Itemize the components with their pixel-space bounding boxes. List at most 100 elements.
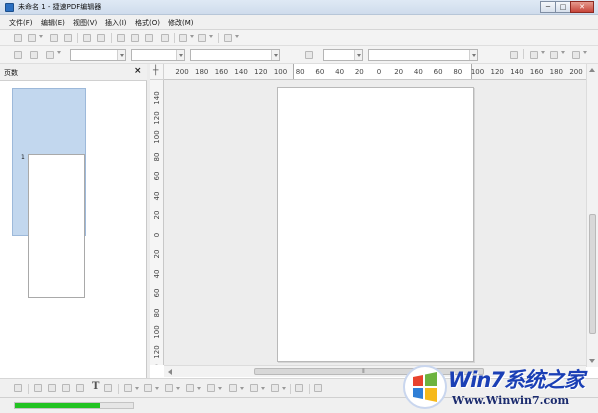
paste-icon[interactable] (145, 34, 153, 42)
document-canvas[interactable] (164, 80, 586, 365)
menu-edit[interactable]: 编辑(E) (41, 18, 65, 28)
menu-file[interactable]: 文件(F) (9, 18, 33, 28)
undo-dropdown-icon[interactable] (190, 35, 194, 38)
copy-icon[interactable] (131, 34, 139, 42)
horizontal-ruler-tick-label: 80 (453, 68, 463, 76)
flowchart-icon[interactable] (229, 384, 237, 392)
horizontal-ruler-tick-label: 40 (413, 68, 423, 76)
formatting-toolbar (0, 46, 598, 64)
chevron-down-icon[interactable] (271, 50, 279, 60)
border-icon[interactable] (510, 51, 518, 59)
arrow-line-icon[interactable] (48, 384, 56, 392)
symbol-shapes-dropdown-icon[interactable] (197, 387, 201, 390)
open-folder-icon[interactable] (28, 34, 36, 42)
scroll-left-icon[interactable] (168, 369, 172, 375)
arrange-dropdown-icon[interactable] (583, 51, 587, 54)
maximize-button[interactable]: □ (555, 1, 571, 13)
watermark-brand: Win7系统之家 (448, 368, 585, 392)
redo-icon[interactable] (198, 34, 206, 42)
curve-dropdown-icon[interactable] (135, 387, 139, 390)
stars-icon[interactable] (271, 384, 279, 392)
paragraph-style-combo[interactable] (190, 49, 280, 61)
pages-panel-close-button[interactable]: × (134, 66, 142, 76)
minimize-button[interactable]: ─ (540, 1, 556, 13)
arrange-icon[interactable] (572, 51, 580, 59)
open-dropdown-icon[interactable] (39, 35, 43, 38)
title-bar: 未命名 1 - 捷速PDF编辑器 ─ □ ✕ (0, 0, 598, 15)
new-document-icon[interactable] (14, 34, 22, 42)
menu-insert[interactable]: 插入(I) (105, 18, 127, 28)
vertical-ruler-tick-label: 100 (153, 130, 161, 144)
ruler-corner: ┼ (150, 64, 164, 80)
chevron-down-icon[interactable] (117, 50, 125, 60)
indent-icon[interactable] (305, 51, 313, 59)
chevron-down-icon[interactable] (469, 50, 477, 60)
block-arrows-icon[interactable] (207, 384, 215, 392)
page-thumbnail[interactable] (28, 154, 85, 298)
callouts-icon[interactable] (250, 384, 258, 392)
undo-icon[interactable] (179, 34, 187, 42)
clone-format-icon[interactable] (161, 34, 169, 42)
insert-image-icon[interactable] (314, 384, 322, 392)
symbol-shapes-icon[interactable] (186, 384, 194, 392)
shadow-dropdown-icon[interactable] (541, 51, 545, 54)
menu-modify[interactable]: 修改(M) (168, 18, 194, 28)
vertical-text-icon[interactable] (104, 384, 112, 392)
block-arrows-dropdown-icon[interactable] (218, 387, 222, 390)
ellipse-tool-icon[interactable] (76, 384, 84, 392)
menu-view[interactable]: 视图(V) (73, 18, 97, 28)
points-edit-icon[interactable] (295, 384, 303, 392)
vertical-ruler-tick-label: 60 (153, 288, 161, 298)
document-page[interactable] (277, 87, 474, 362)
indent-combo[interactable] (323, 49, 363, 61)
print-icon[interactable] (97, 34, 105, 42)
connector-tool-icon[interactable] (144, 384, 152, 392)
cut-icon[interactable] (117, 34, 125, 42)
vertical-ruler-tick-label: 60 (153, 171, 161, 181)
chevron-down-icon[interactable] (354, 50, 362, 60)
vertical-scrollbar[interactable] (586, 64, 598, 367)
select-arrow-icon[interactable] (14, 384, 22, 392)
basic-shapes-dropdown-icon[interactable] (176, 387, 180, 390)
shadow-icon[interactable] (530, 51, 538, 59)
vertical-ruler: 140 120 100 80 60 40 20 0 20 40 60 80 100 120 140 (150, 80, 164, 365)
scroll-up-icon[interactable] (589, 68, 595, 72)
horizontal-ruler-tick-label: 180 (195, 68, 209, 76)
save-icon[interactable] (50, 34, 58, 42)
align-icon[interactable] (550, 51, 558, 59)
close-button[interactable]: ✕ (570, 1, 594, 13)
area-style-combo[interactable] (368, 49, 478, 61)
align-bottom-icon[interactable] (30, 51, 38, 59)
pages-panel-title: 页数 (4, 69, 18, 77)
curve-tool-icon[interactable] (124, 384, 132, 392)
watermark-url: Www.Winwin7.com (452, 394, 570, 407)
save-as-icon[interactable] (64, 34, 72, 42)
vertical-scroll-thumb[interactable] (589, 214, 596, 334)
zoom-icon[interactable] (224, 34, 232, 42)
redo-dropdown-icon[interactable] (209, 35, 213, 38)
connector-dropdown-icon[interactable] (155, 387, 159, 390)
horizontal-ruler-tick-label: 120 (254, 68, 268, 76)
line-tool-icon[interactable] (34, 384, 42, 392)
flowchart-dropdown-icon[interactable] (240, 387, 244, 390)
text-tool-icon[interactable]: T (92, 381, 99, 392)
line-spacing-icon[interactable] (46, 51, 54, 59)
vertical-ruler-tick-label: 20 (153, 210, 161, 220)
callouts-dropdown-icon[interactable] (261, 387, 265, 390)
zoom-dropdown-icon[interactable] (235, 35, 239, 38)
vertical-ruler-tick-label: 120 (153, 344, 161, 359)
font-size-combo[interactable] (131, 49, 185, 61)
toolbar-separator (28, 384, 29, 394)
export-pdf-icon[interactable] (83, 34, 91, 42)
menu-format[interactable]: 格式(O) (135, 18, 160, 28)
line-spacing-dropdown-icon[interactable] (57, 51, 61, 54)
align-dropdown-icon[interactable] (561, 51, 565, 54)
stars-dropdown-icon[interactable] (282, 387, 286, 390)
chevron-down-icon[interactable] (176, 50, 184, 60)
horizontal-ruler-tick-label: 140 (234, 68, 248, 76)
basic-shapes-icon[interactable] (165, 384, 173, 392)
font-name-combo[interactable] (70, 49, 126, 61)
style-icon[interactable] (14, 51, 22, 59)
window-title: 未命名 1 - 捷速PDF编辑器 (18, 3, 102, 11)
rectangle-tool-icon[interactable] (62, 384, 70, 392)
